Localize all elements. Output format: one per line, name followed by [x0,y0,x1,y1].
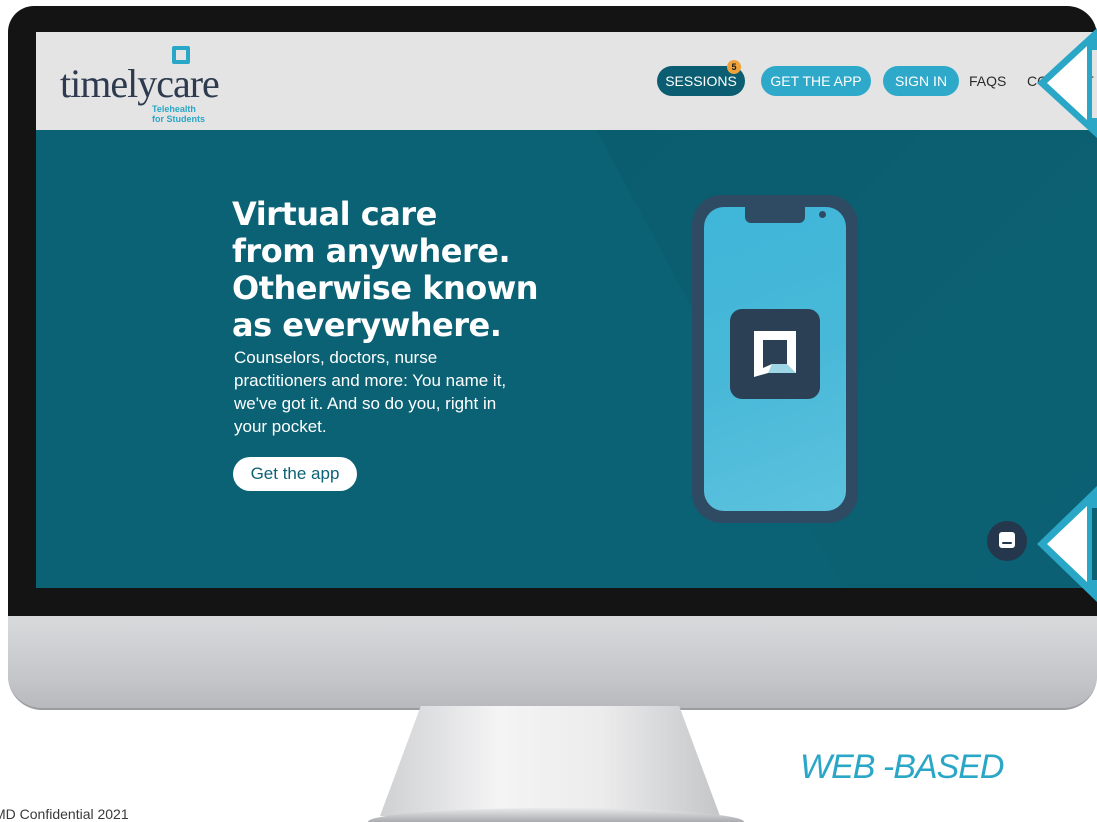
timelycare-logo[interactable]: timelycare Telehealth for Students [60,44,260,124]
phone-illustration [692,195,858,523]
sessions-count-badge: 5 [727,60,741,74]
hero-headline-line3: Otherwise known [232,269,539,307]
chat-widget-button[interactable] [987,521,1027,561]
phone-notch [745,207,805,223]
monitor-stand [380,706,720,816]
hero-get-the-app-button[interactable]: Get the app [233,457,357,491]
hero-headline-line1: Virtual care [232,195,437,233]
phone-camera-dot [819,211,826,218]
logo-tagline: Telehealth for Students [152,104,252,124]
logo-tagline-line1: Telehealth [152,104,196,114]
callout-arrow-bottom [1037,486,1097,602]
website-screen: timelycare Telehealth for Students SESSI… [36,32,1097,588]
hero-headline: Virtual care from anywhere. Otherwise kn… [232,196,592,344]
monitor-chin [8,616,1097,710]
logo-wordmark: timelycare [60,61,220,106]
sign-in-button[interactable]: SIGN IN [883,66,959,96]
callout-arrow-top [1037,28,1097,138]
site-header: timelycare Telehealth for Students SESSI… [36,32,1097,130]
chat-bubble-icon [999,532,1015,548]
nav-link-faqs[interactable]: FAQS [969,66,1006,96]
logo-tagline-line2: for Students [152,114,205,124]
square-logo-icon [754,331,796,377]
phone-screen [704,207,846,511]
hero-headline-line2: from anywhere. [232,232,511,270]
confidential-footer: MD Confidential 2021 [0,806,129,822]
web-based-caption: WEB -BASED [800,748,1004,786]
hero-headline-line4: as everywhere. [232,306,502,344]
hero-body-text: Counselors, doctors, nurse practitioners… [234,348,507,436]
get-the-app-button[interactable]: GET THE APP [761,66,871,96]
app-logo-icon [730,309,820,399]
